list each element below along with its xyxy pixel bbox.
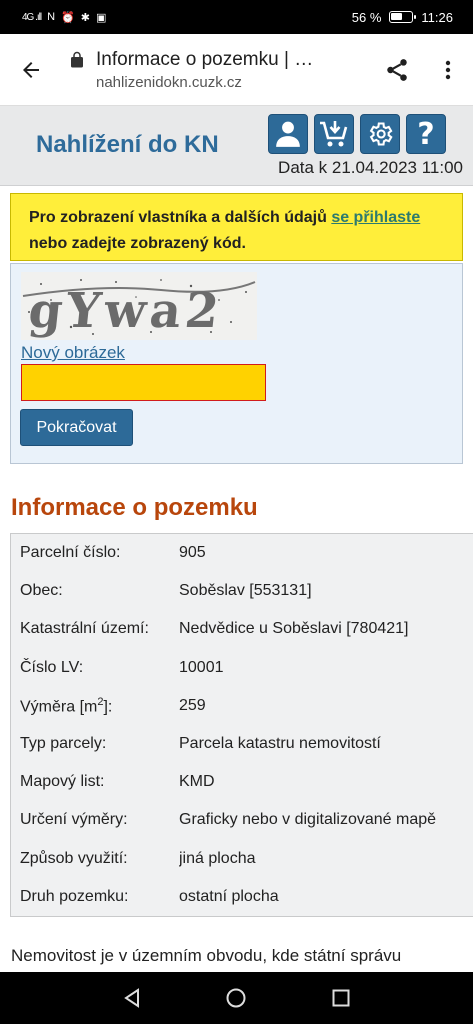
row-label: Mapový list: — [20, 773, 105, 791]
table-row: Druh pozemku: ostatní plocha — [11, 878, 473, 916]
parcel-info-table: Parcelní číslo: 905 Obec: Soběslav [553131… — [10, 533, 473, 917]
row-label: Druh pozemku: — [20, 887, 129, 905]
header-icon-group: ? — [268, 114, 446, 154]
share-icon — [387, 58, 407, 81]
row-label: Určení výměry: — [20, 811, 128, 829]
captcha-panel: gYwa2 Nový obrázek Pokračovat — [10, 263, 463, 464]
square-recents-icon — [332, 989, 350, 1007]
battery-fill — [391, 13, 403, 20]
gear-icon — [369, 122, 393, 146]
label-suffix: ]: — [103, 698, 113, 715]
bluetooth-icon: ✱ — [80, 11, 90, 24]
battery-icon — [389, 11, 417, 23]
address-bar[interactable]: Informace o pozemku | … nahlizenidokn.cu… — [62, 49, 371, 91]
row-label: Parcelní číslo: — [20, 544, 121, 562]
row-value: Parcela katastru nemovitostí — [179, 735, 381, 753]
help-button[interactable]: ? — [406, 114, 446, 154]
settings-button[interactable] — [360, 114, 400, 154]
help-icon: ? — [417, 116, 435, 152]
login-link[interactable]: se přihlaste — [331, 209, 420, 226]
row-value: 10001 — [179, 658, 224, 676]
site-title[interactable]: Nahlížení do KN — [36, 131, 219, 159]
row-label: Způsob využití: — [20, 849, 128, 867]
cart-button[interactable] — [314, 114, 354, 154]
row-label: Typ parcely: — [20, 735, 107, 753]
browser-toolbar: Informace o pozemku | … nahlizenidokn.cu… — [0, 34, 473, 106]
data-date: Data k 21.04.2023 11:00 — [278, 158, 463, 177]
cart-download-icon — [320, 121, 348, 147]
alarm-icon: ⏰ — [61, 11, 75, 24]
table-row: Mapový list: KMD — [11, 763, 473, 801]
row-value: KMD — [179, 773, 215, 791]
nfc-icon: N — [47, 11, 56, 23]
status-bar: 4G .ıll N ⏰ ✱ ▣ 56 % 11:26 — [0, 0, 473, 34]
nav-home-button[interactable] — [216, 978, 256, 1018]
table-row: Katastrální území: Nedvědice u Soběslavi … — [11, 610, 473, 648]
system-nav-bar — [0, 972, 473, 1024]
row-value: 905 — [179, 544, 206, 562]
continue-button[interactable]: Pokračovat — [20, 409, 133, 446]
share-button[interactable] — [371, 34, 423, 106]
footer-text: Nemovitost je v územním obvodu, kde stát… — [11, 946, 402, 965]
new-image-link[interactable]: Nový obrázek — [21, 343, 125, 363]
row-value: Soběslav [553131] — [179, 582, 312, 600]
circle-home-icon — [226, 988, 246, 1008]
back-arrow-icon — [23, 61, 39, 78]
login-notice: Pro zobrazení vlastníka a dalších údajů … — [10, 193, 463, 261]
table-row: Parcelní číslo: 905 — [11, 534, 473, 572]
row-label: Katastrální území: — [20, 620, 149, 638]
table-row: Obec: Soběslav [553131] — [11, 572, 473, 610]
table-row: Způsob využití: jiná plocha — [11, 840, 473, 878]
back-button[interactable] — [0, 34, 62, 106]
clock: 11:26 — [421, 9, 453, 25]
table-row: Typ parcely: Parcela katastru nemovitostí — [11, 725, 473, 763]
site-header: Nahlížení do KN ? Data k 21.04.2023 11:0… — [0, 106, 473, 186]
label-prefix: Výměra [m — [20, 698, 98, 715]
row-label: Číslo LV: — [20, 658, 84, 676]
table-row: Výměra [m2]: 259 — [11, 687, 473, 725]
lock-icon — [68, 51, 86, 69]
user-button[interactable] — [268, 114, 308, 154]
signal-icon: 4G .ıll — [22, 11, 42, 23]
overflow-menu-button[interactable] — [423, 34, 473, 106]
row-label: Výměra [m2]: — [11, 696, 179, 716]
row-value: jiná plocha — [179, 849, 256, 867]
url-domain: nahlizenidokn.cuzk.cz — [96, 73, 242, 91]
page-title: Informace o pozemku | … — [96, 48, 314, 70]
notice-prefix: Pro zobrazení vlastníka a dalších údajů — [29, 209, 332, 226]
status-icons: 4G .ıll N ⏰ ✱ ▣ — [22, 11, 106, 24]
section-title: Informace o pozemku — [11, 494, 258, 521]
table-row: Určení výměry: Graficky nebo v digitalizo… — [11, 801, 473, 839]
battery-saver-icon: ▣ — [96, 11, 107, 24]
row-value: Graficky nebo v digitalizované mapě — [179, 811, 437, 829]
status-right: 56 % 11:26 — [352, 10, 453, 25]
triangle-back-icon — [124, 988, 140, 1008]
row-value: 259 — [179, 696, 206, 714]
notice-suffix: nebo zadejte zobrazený kód. — [29, 235, 246, 252]
captcha-image: gYwa2 — [21, 272, 257, 340]
row-value: Nedvědice u Soběslavi [780421] — [179, 620, 409, 638]
row-value: ostatní plocha — [179, 887, 279, 905]
user-icon — [276, 121, 300, 147]
table-row: Číslo LV: 10001 — [11, 649, 473, 687]
captcha-text: gYwa2 — [26, 283, 225, 339]
battery-percent: 56 % — [351, 9, 382, 25]
row-label: Obec: — [20, 582, 63, 600]
more-vert-icon — [445, 60, 451, 79]
nav-recents-button[interactable] — [321, 978, 361, 1018]
captcha-input[interactable] — [21, 364, 266, 401]
nav-back-button[interactable] — [112, 978, 152, 1018]
